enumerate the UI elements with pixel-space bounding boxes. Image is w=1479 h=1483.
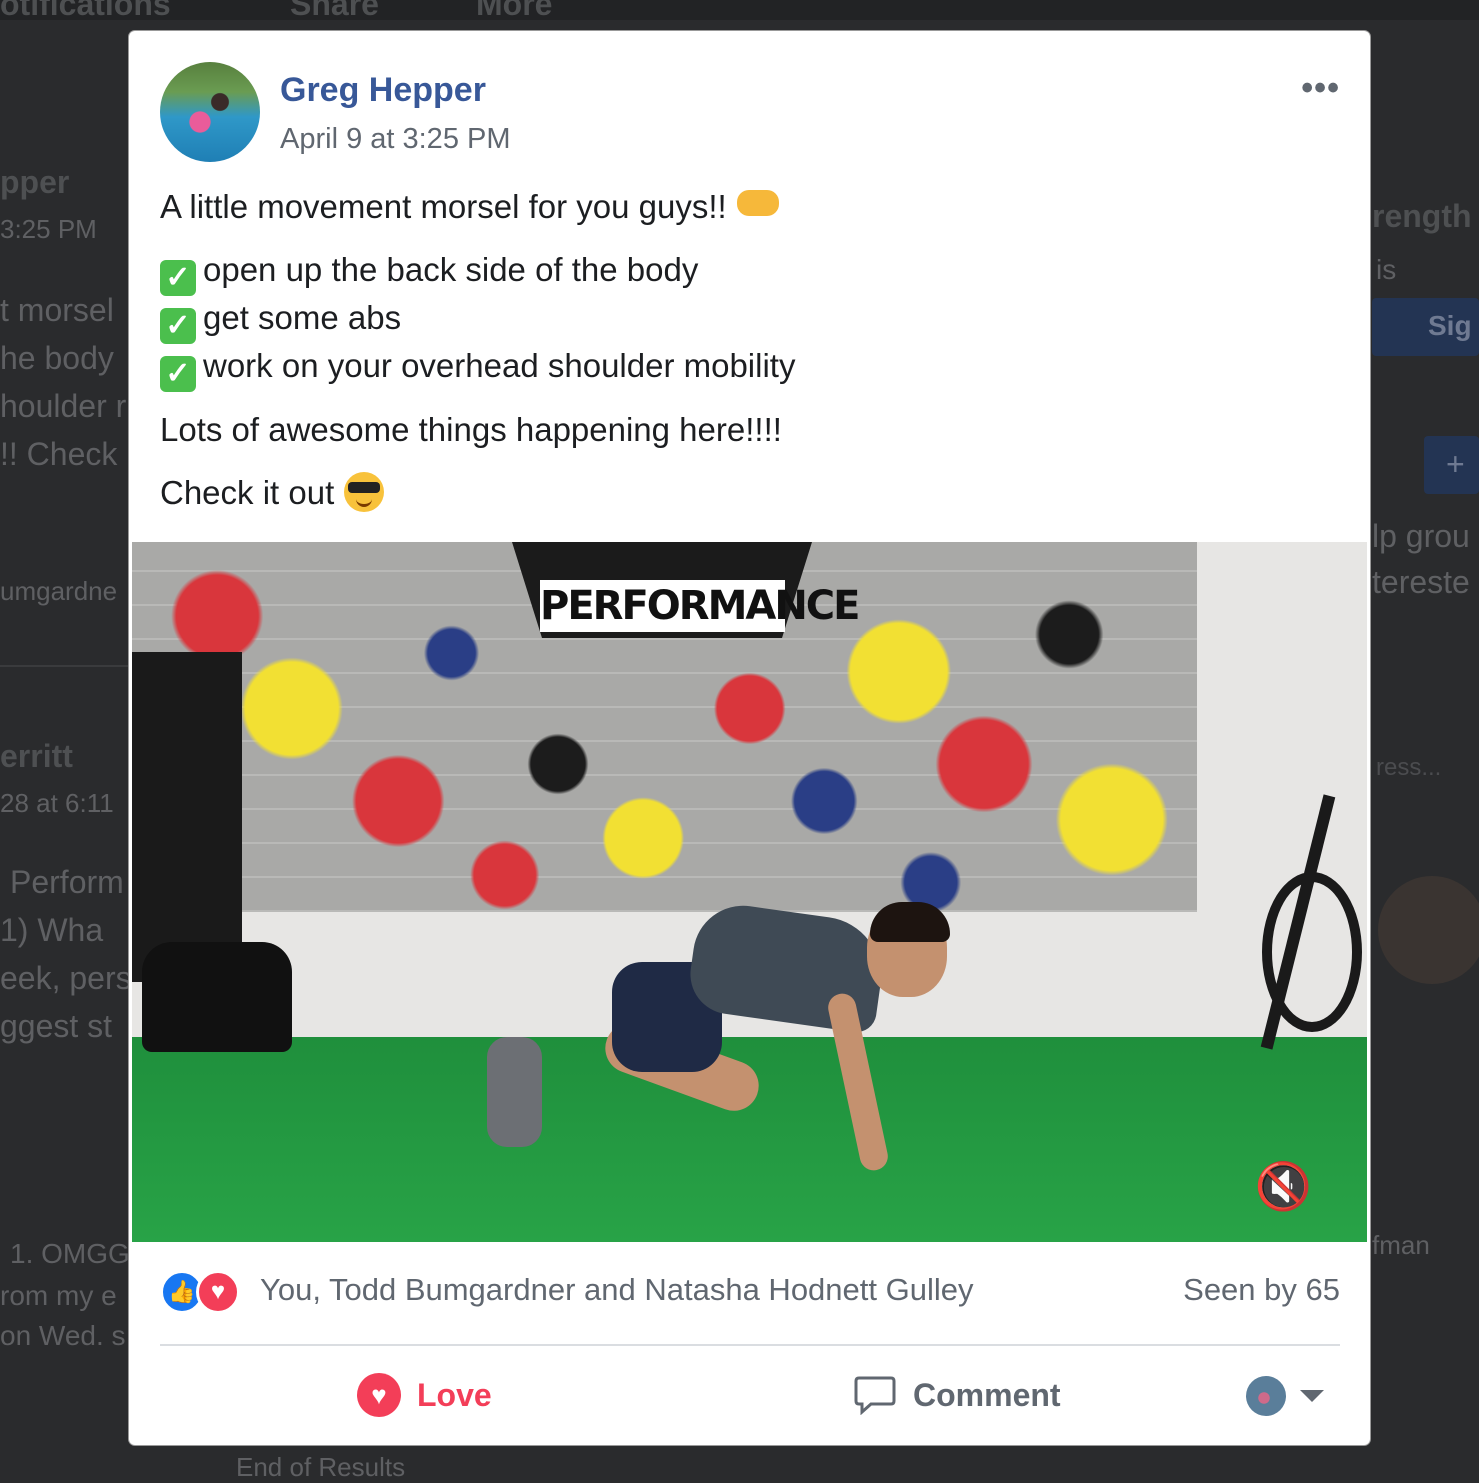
post-line-text: work on your overhead shoulder mobility xyxy=(203,347,796,384)
author-name[interactable]: Greg Hepper xyxy=(280,71,486,110)
post-as-selector[interactable] xyxy=(1246,1376,1324,1416)
sunglasses-face-icon xyxy=(344,472,385,512)
bg-fragment: he body xyxy=(0,340,114,376)
seen-by-count[interactable]: Seen by 65 xyxy=(1183,1272,1340,1308)
post-line-intro: A little movement morsel for you guys!! xyxy=(160,183,779,231)
reactors-list-link[interactable]: You, Todd Bumgardner and Natasha Hodnett… xyxy=(260,1272,973,1308)
bg-fragment: 28 at 6:11 xyxy=(0,788,114,818)
check-mark-icon: ✓ xyxy=(160,356,196,392)
heart-icon: ♥ xyxy=(357,1373,401,1417)
comment-button-label: Comment xyxy=(913,1376,1061,1413)
bg-fragment: ress... xyxy=(1376,754,1442,781)
current-user-avatar xyxy=(1246,1376,1286,1416)
author-avatar[interactable] xyxy=(160,62,260,162)
action-divider xyxy=(160,1344,1340,1346)
post-modal: Greg Hepper April 9 at 3:25 PM ••• A lit… xyxy=(129,31,1370,1445)
bg-fragment: rength xyxy=(1372,198,1472,234)
video-band-rack xyxy=(132,652,242,982)
check-mark-icon: ✓ xyxy=(160,260,196,296)
bg-fragment: Perform xyxy=(10,864,124,900)
bg-fragment: 3:25 PM xyxy=(0,214,97,244)
bg-fragment: houlder r xyxy=(0,388,127,424)
bg-tab-more: More xyxy=(476,0,553,22)
post-line-text: A little movement morsel for you guys!! xyxy=(160,188,727,225)
bg-fragment: Sig xyxy=(1428,310,1472,341)
love-reaction-icon[interactable]: ♥ xyxy=(196,1270,240,1314)
bg-fragment: ggest st xyxy=(0,1008,113,1044)
post-line-text: get some abs xyxy=(203,299,402,336)
post-line-text: open up the back side of the body xyxy=(203,251,699,288)
speech-bubble-icon xyxy=(854,1376,896,1415)
bg-fragment: is xyxy=(1376,254,1397,285)
video-bag xyxy=(142,942,292,1052)
post-checklist-item: ✓ get some abs xyxy=(160,294,401,344)
post-timestamp[interactable]: April 9 at 3:25 PM xyxy=(280,123,511,156)
bg-fragment: fman xyxy=(1372,1230,1430,1260)
bg-fragment: lp grou xyxy=(1372,518,1470,554)
person-shoe xyxy=(487,1037,542,1147)
check-mark-icon: ✓ xyxy=(160,308,196,344)
love-button-label: Love xyxy=(417,1376,492,1413)
bg-fragment: umgardne xyxy=(0,576,118,606)
comment-button[interactable]: Comment xyxy=(853,1366,1061,1424)
post-line-awesome: Lots of awesome things happening here!!!… xyxy=(160,411,782,448)
caret-down-icon xyxy=(1300,1390,1324,1402)
more-options-icon[interactable]: ••• xyxy=(1301,69,1340,108)
bg-fragment: rom my e xyxy=(0,1280,117,1311)
post-line-text: Check it out xyxy=(160,474,335,511)
bg-tab-share: Share xyxy=(290,0,379,22)
bg-fragment: 1. OMGG xyxy=(10,1238,130,1269)
muted-speaker-icon[interactable]: 🔇 xyxy=(1255,1159,1312,1214)
love-button[interactable]: ♥ Love xyxy=(357,1366,492,1424)
post-checklist-item: ✓ open up the back side of the body xyxy=(160,246,698,296)
post-video[interactable]: PERFORMANCE 🔇 xyxy=(132,542,1367,1242)
post-line-check-it-out: Check it out xyxy=(160,469,385,517)
bg-avatar xyxy=(1378,876,1479,984)
video-air-bike xyxy=(1232,792,1362,1062)
bg-divider xyxy=(0,665,130,667)
bg-fragment: tereste xyxy=(1372,564,1470,600)
fist-bump-icon xyxy=(736,190,779,216)
video-logo-text: PERFORMANCE xyxy=(540,580,861,632)
reactions-bar: 👍 ♥ You, Todd Bumgardner and Natasha Hod… xyxy=(160,1266,1340,1318)
bg-tab-notifications: otifications xyxy=(0,0,171,22)
bg-fragment: !! Check xyxy=(0,436,118,472)
bg-fragment: t morsel xyxy=(0,292,114,328)
post-checklist-item: ✓ work on your overhead shoulder mobility xyxy=(160,342,795,392)
bg-fragment: + xyxy=(1446,446,1465,482)
bg-fragment: End of Results xyxy=(236,1452,406,1482)
bg-fragment: pper xyxy=(0,164,70,200)
bg-fragment: 1) Wha xyxy=(0,912,104,948)
background-top-bar xyxy=(0,0,1479,20)
bg-fragment: eek, pers xyxy=(0,960,132,996)
bg-fragment: erritt xyxy=(0,738,73,774)
bg-fragment: on Wed. s xyxy=(0,1320,126,1351)
